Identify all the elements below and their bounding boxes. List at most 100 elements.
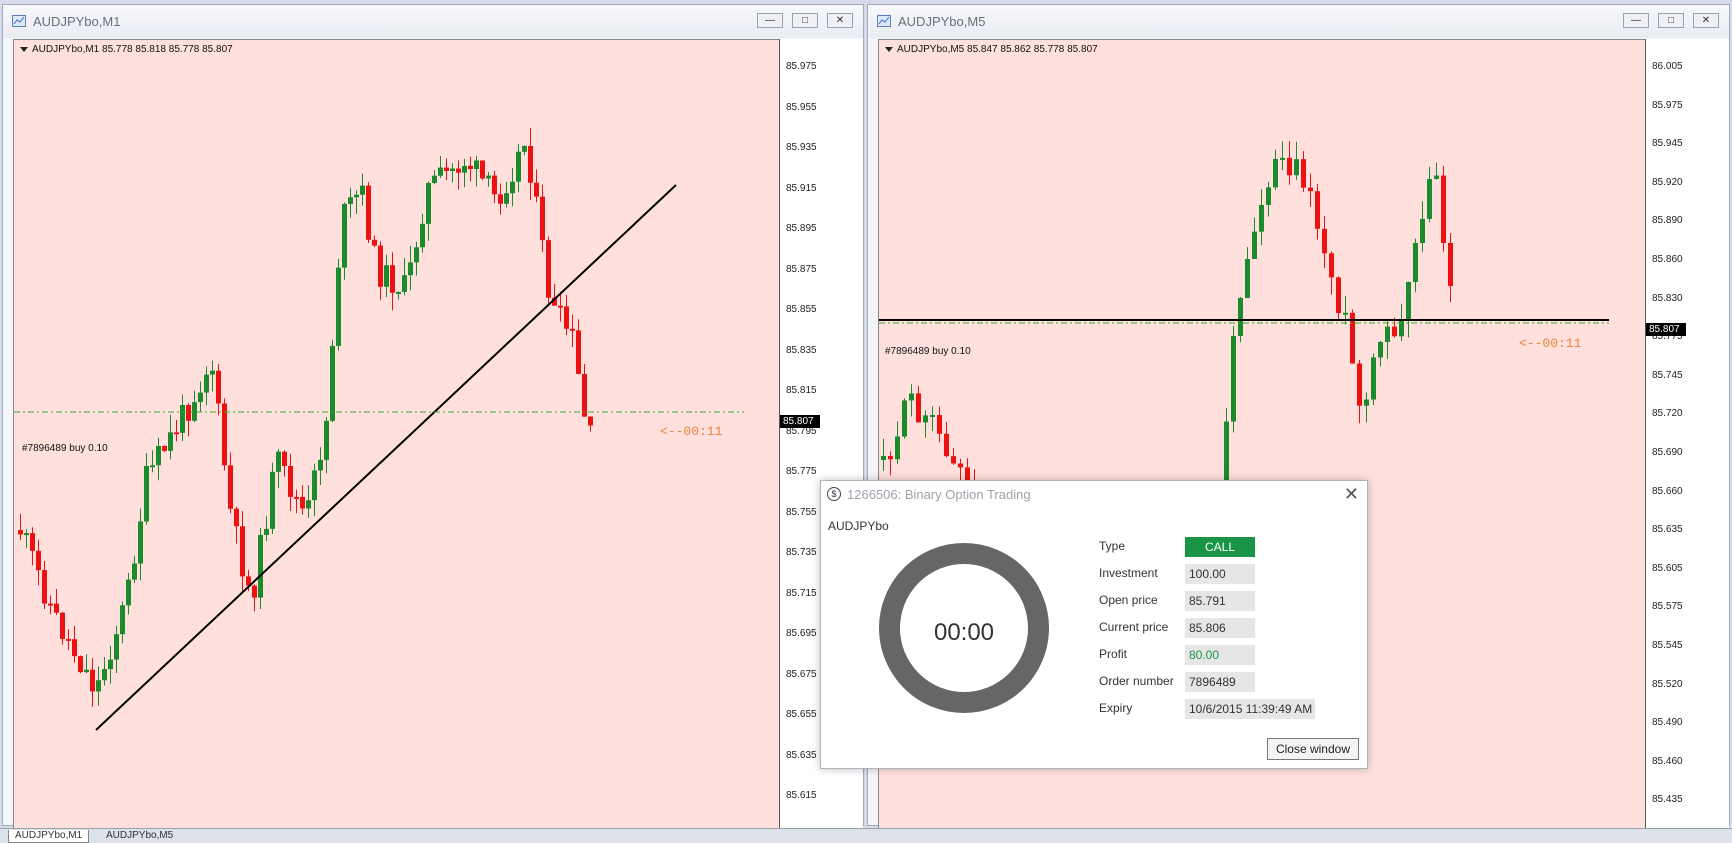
candle-body	[66, 638, 71, 641]
countdown-label: <--00:11	[1519, 336, 1582, 351]
candle-body	[558, 305, 563, 308]
candle-body	[150, 465, 155, 468]
close-button[interactable]: ✕	[1693, 13, 1719, 28]
candle-body	[84, 669, 89, 673]
candle-body	[944, 433, 949, 457]
candle-body	[216, 370, 221, 404]
price-chart-m1[interactable]: AUDJPYbo,M1 85.778 85.818 85.778 85.807 …	[13, 39, 815, 829]
candle-body	[108, 659, 113, 670]
chart-window-m1[interactable]: AUDJPYbo,M1 — □ ✕ AUDJPYbo,M1 85.778 85.…	[2, 4, 864, 829]
current-price-marker: 85.807	[1646, 323, 1686, 336]
candle-body	[888, 456, 893, 460]
candle-body	[408, 262, 413, 276]
candle-body	[18, 530, 23, 535]
candle-body	[204, 374, 209, 393]
field-label: Open price	[1099, 593, 1158, 607]
candle-body	[390, 265, 395, 293]
candle-body	[24, 533, 29, 536]
price-tick-label: 85.695	[786, 628, 817, 639]
price-tick-label: 85.945	[1652, 138, 1683, 150]
price-tick-label: 85.435	[1652, 794, 1683, 806]
current-price-value: 85.806	[1185, 618, 1255, 638]
timer-text: 00:00	[933, 619, 995, 646]
close-window-button[interactable]: Close window	[1266, 738, 1359, 760]
candle-body	[1238, 297, 1243, 336]
candle-body	[534, 182, 539, 197]
candle-body	[138, 521, 143, 564]
symbol-info-text: AUDJPYbo,M1 85.778 85.818 85.778 85.807	[32, 44, 233, 55]
price-tick-label: 85.545	[1652, 640, 1683, 651]
price-tick-label: 85.615	[786, 790, 817, 801]
candle-body	[420, 223, 425, 248]
close-button[interactable]: ✕	[827, 13, 853, 28]
candle-body	[240, 526, 245, 577]
open-price-value: 85.791	[1185, 591, 1255, 611]
candle-body	[516, 151, 521, 182]
price-tick-label: 85.720	[1652, 408, 1683, 420]
candle-body	[414, 247, 419, 263]
chart-window-titlebar[interactable]: AUDJPYbo,M1 — □ ✕	[3, 5, 863, 38]
profit-value: 80.00	[1185, 645, 1255, 665]
price-tick-label: 85.815	[786, 385, 817, 396]
candle-body	[444, 167, 449, 171]
candle-body	[258, 534, 263, 598]
candle-body	[78, 656, 83, 673]
candle-body	[354, 194, 359, 198]
candle-body	[252, 585, 257, 598]
chart-tab-bar: AUDJPYbo,M1 AUDJPYbo,M5	[0, 828, 1732, 843]
candle-body	[228, 465, 233, 509]
candle-body	[1343, 312, 1348, 315]
candle-body	[1273, 158, 1278, 188]
candle-body	[324, 420, 329, 460]
dialog-titlebar[interactable]: $ 1266506: Binary Option Trading ✕	[821, 481, 1367, 511]
candle-body	[60, 612, 65, 639]
price-tick-label: 85.875	[786, 263, 817, 275]
candle-body	[276, 451, 281, 472]
candle-body	[1420, 218, 1425, 243]
candle-body	[186, 405, 191, 421]
tab-audjpybo-m1[interactable]: AUDJPYbo,M1	[8, 830, 90, 843]
dropdown-triangle-icon[interactable]	[885, 46, 893, 52]
candle-body	[342, 203, 347, 268]
maximize-button[interactable]: □	[1658, 13, 1684, 28]
price-tick-label: 85.915	[786, 182, 817, 194]
tab-audjpybo-m5[interactable]: AUDJPYbo,M5	[100, 830, 179, 842]
candle-body	[510, 181, 515, 194]
candle-body	[180, 405, 185, 433]
candle-body	[318, 459, 323, 471]
candle-body	[588, 416, 593, 426]
candle-body	[330, 345, 335, 421]
chart-window-titlebar[interactable]: AUDJPYbo,M5 — □ ✕	[868, 5, 1729, 38]
candle-body	[1427, 178, 1432, 219]
price-tick-label: 85.575	[1652, 601, 1683, 613]
dialog-close-icon[interactable]: ✕	[1344, 484, 1359, 505]
candle-body	[1266, 187, 1271, 205]
minimize-button[interactable]: —	[757, 13, 783, 28]
price-tick-label: 85.830	[1652, 292, 1683, 304]
symbol-info: AUDJPYbo,M5 85.847 85.862 85.778 85.807	[885, 44, 1098, 55]
price-tick-label: 85.635	[786, 749, 817, 761]
price-tick-label: 85.735	[786, 547, 817, 558]
candle-body	[923, 415, 928, 423]
candle-body	[1378, 341, 1383, 358]
price-tick-label: 85.655	[786, 709, 817, 720]
candle-body	[916, 393, 921, 423]
dropdown-triangle-icon[interactable]	[20, 46, 28, 52]
order-label: #7896489 buy 0.10	[22, 443, 108, 454]
chart-window-icon	[12, 15, 26, 27]
binary-option-dialog[interactable]: $ 1266506: Binary Option Trading ✕ AUDJP…	[820, 480, 1368, 769]
price-tick-label: 85.890	[1652, 215, 1683, 227]
minimize-button[interactable]: —	[1623, 13, 1649, 28]
maximize-button[interactable]: □	[792, 13, 818, 28]
candle-body	[90, 669, 95, 692]
current-price-marker: 85.807	[780, 415, 820, 428]
candle-body	[462, 165, 467, 173]
candle-body	[450, 168, 455, 171]
candle-body	[72, 639, 77, 657]
candle-body	[36, 550, 41, 571]
candle-body	[42, 570, 47, 604]
candle-body	[162, 445, 167, 451]
price-tick-label: 85.490	[1652, 717, 1683, 729]
candle-body	[1231, 335, 1236, 422]
candle-body	[282, 451, 287, 466]
